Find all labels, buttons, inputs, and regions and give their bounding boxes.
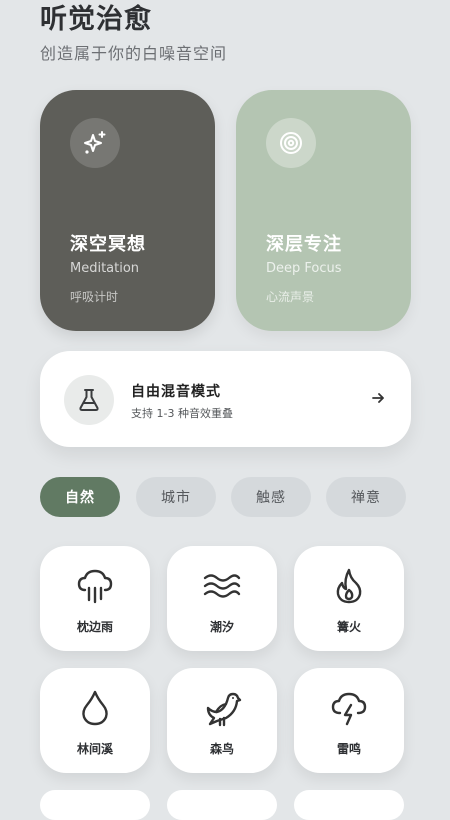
deep-focus-card[interactable]: 深层专注 Deep Focus 心流声景 [236, 90, 411, 331]
flask-icon [64, 375, 114, 425]
sound-card-partial[interactable] [40, 790, 150, 820]
thunder-cloud-icon [331, 692, 367, 726]
tab-touch[interactable]: 触感 [231, 477, 311, 517]
sound-label: 森鸟 [209, 742, 234, 756]
sound-thunder[interactable]: 雷鸣 [294, 668, 404, 773]
sound-label: 枕边雨 [76, 620, 113, 634]
tab-zen[interactable]: 禅意 [326, 477, 406, 517]
target-icon [266, 118, 316, 168]
meditation-note: 呼吸计时 [70, 290, 119, 304]
deep-focus-subtitle: Deep Focus [266, 261, 342, 276]
header: 听觉治愈 创造属于你的白噪音空间 [40, 0, 227, 66]
sound-tide[interactable]: 潮汐 [167, 546, 277, 651]
sound-forest-birds[interactable]: 森鸟 [167, 668, 277, 773]
sound-pillow-rain[interactable]: 枕边雨 [40, 546, 150, 651]
bird-icon [206, 692, 242, 727]
rain-cloud-icon [77, 569, 113, 604]
waves-icon [203, 574, 241, 598]
sparkles-icon [70, 118, 120, 168]
deep-focus-note: 心流声景 [266, 290, 315, 304]
page-title: 听觉治愈 [40, 4, 152, 35]
sound-label: 雷鸣 [336, 742, 361, 756]
droplet-icon [82, 690, 108, 726]
free-mix-title: 自由混音模式 [131, 384, 221, 400]
tab-city[interactable]: 城市 [136, 477, 216, 517]
arrow-right-icon [372, 393, 384, 403]
meditation-subtitle: Meditation [70, 261, 140, 276]
deep-focus-title: 深层专注 [266, 234, 342, 255]
meditation-card[interactable]: 深空冥想 Meditation 呼吸计时 [40, 90, 215, 331]
sound-label: 篝火 [336, 620, 361, 634]
page-subtitle: 创造属于你的白噪音空间 [40, 44, 228, 63]
sound-card-partial[interactable] [294, 790, 404, 820]
sound-forest-stream[interactable]: 林间溪 [40, 668, 150, 773]
free-mix-subtitle: 支持 1-3 种音效重叠 [131, 407, 233, 420]
tab-nature[interactable]: 自然 [40, 477, 120, 517]
sound-label: 林间溪 [76, 742, 113, 756]
sound-bonfire[interactable]: 篝火 [294, 546, 404, 651]
category-tabs: 自然 城市 触感 禅意 [40, 477, 411, 517]
free-mix-card[interactable]: 自由混音模式 支持 1-3 种音效重叠 [40, 351, 411, 447]
sound-card-partial[interactable] [167, 790, 277, 820]
sound-label: 潮汐 [209, 620, 234, 634]
meditation-title: 深空冥想 [70, 234, 146, 255]
flame-icon [336, 568, 362, 604]
